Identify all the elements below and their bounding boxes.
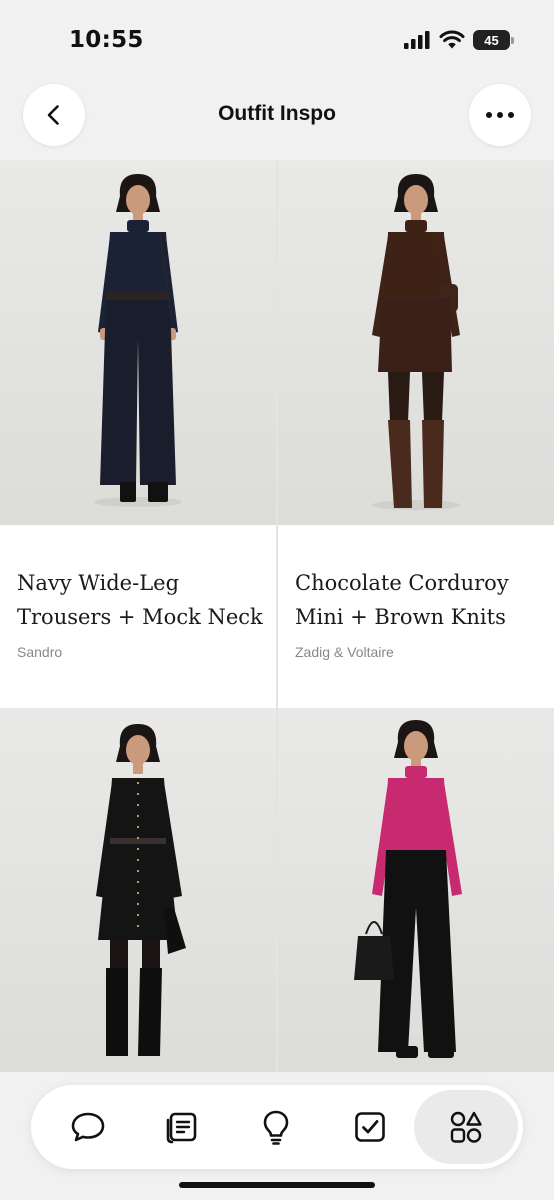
tab-notes[interactable] <box>154 1099 210 1155</box>
outfit-photo <box>278 708 554 1073</box>
outfit-card[interactable]: Chocolate Corduroy Mini + Brown Knits Za… <box>278 160 554 682</box>
home-indicator <box>179 1182 375 1188</box>
model-figure <box>94 174 182 507</box>
lightbulb-icon <box>263 1110 289 1145</box>
status-icons: 45 <box>403 30 514 50</box>
checkbox-icon <box>355 1112 385 1142</box>
tab-chat[interactable] <box>60 1099 116 1155</box>
outfit-card[interactable]: Navy Wide-Leg Trousers + Mock Neck Sandr… <box>0 160 276 682</box>
model-figure <box>372 174 460 510</box>
chat-bubble-icon <box>71 1112 105 1142</box>
outfit-photo <box>0 160 276 525</box>
outfit-photo <box>278 160 554 525</box>
tab-bar-area <box>0 1072 554 1200</box>
row-divider <box>0 682 554 708</box>
cellular-signal-icon <box>404 31 430 49</box>
shapes-icon <box>450 1111 482 1143</box>
notes-icon <box>166 1112 197 1144</box>
outfit-card[interactable] <box>278 708 554 1080</box>
outfit-brand: Sandro <box>17 644 63 660</box>
battery-icon: 45 <box>473 30 514 50</box>
tab-tasks[interactable] <box>342 1099 398 1155</box>
status-time: 10:55 <box>69 27 144 53</box>
outfit-grid: Navy Wide-Leg Trousers + Mock Neck Sandr… <box>0 160 554 1080</box>
tab-collections[interactable] <box>414 1090 518 1164</box>
status-bar: 10:55 45 <box>0 0 554 80</box>
battery-level: 45 <box>484 32 499 48</box>
tab-ideas[interactable] <box>248 1099 304 1155</box>
outfit-brand: Zadig & Voltaire <box>295 644 394 660</box>
model-figure <box>354 720 462 1058</box>
outfit-title: Navy Wide-Leg Trousers + Mock Neck <box>17 571 263 629</box>
wifi-icon <box>439 30 465 49</box>
outfit-photo <box>0 708 276 1073</box>
column-divider <box>276 682 278 708</box>
outfit-card[interactable] <box>0 708 276 1080</box>
more-options-button[interactable] <box>469 84 531 146</box>
tab-bar <box>31 1085 523 1169</box>
outfit-title: Chocolate Corduroy Mini + Brown Knits <box>295 571 509 629</box>
ellipsis-icon <box>486 112 514 118</box>
model-figure <box>96 724 186 1056</box>
app-header: Outfit Inspo <box>0 80 554 160</box>
